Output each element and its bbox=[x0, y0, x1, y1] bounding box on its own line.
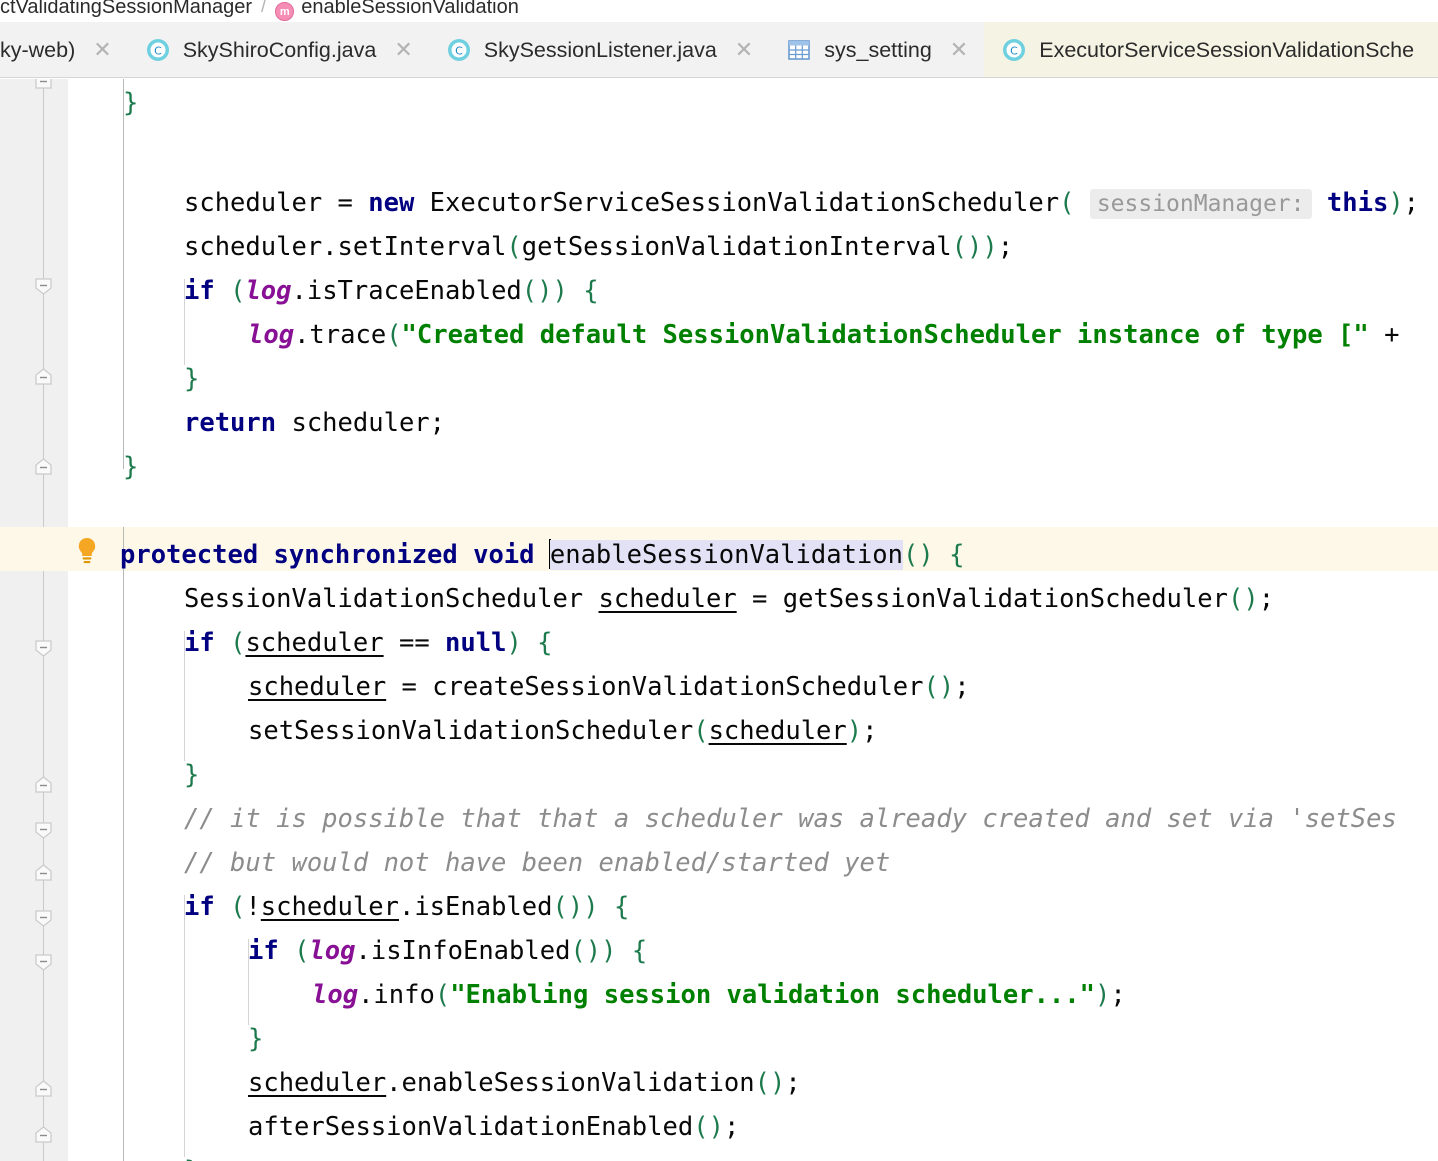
fold-marker-collapse-start[interactable] bbox=[33, 819, 54, 840]
indent-guide bbox=[123, 527, 124, 1161]
code-line: if (log.isTraceEnabled()) { bbox=[184, 276, 599, 306]
editor-tab-4-label: ExecutorServiceSessionValidationSche bbox=[1039, 37, 1415, 62]
indent-guide bbox=[123, 79, 124, 469]
code-line-method-declaration: protected synchronized void enableSessio… bbox=[120, 539, 965, 570]
fold-marker-collapse-end[interactable] bbox=[33, 775, 54, 796]
fold-marker-collapse-end[interactable] bbox=[33, 367, 54, 388]
code-line: log.info("Enabling session validation sc… bbox=[312, 980, 1126, 1010]
fold-marker-collapse-start[interactable] bbox=[33, 275, 54, 296]
editor-tab-3-label: sys_setting bbox=[824, 37, 932, 62]
database-table-icon bbox=[785, 36, 813, 64]
fold-marker-collapse-end[interactable] bbox=[33, 863, 54, 884]
code-line: afterSessionValidationEnabled(); bbox=[248, 1112, 740, 1142]
fold-rail bbox=[43, 79, 44, 1161]
close-icon[interactable]: ✕ bbox=[89, 39, 115, 61]
code-editor[interactable]: } scheduler = new ExecutorServiceSession… bbox=[0, 79, 1438, 1161]
editor-gutter[interactable] bbox=[0, 79, 68, 1161]
code-line: } bbox=[123, 452, 139, 482]
code-line: scheduler = createSessionValidationSched… bbox=[248, 672, 970, 702]
code-line: } bbox=[248, 1024, 264, 1054]
editor-tab-bar: ky-web) ✕ C SkyShiroConfig.java ✕ C SkyS… bbox=[0, 22, 1438, 78]
editor-tab-2[interactable]: C SkySessionListener.java ✕ bbox=[428, 22, 770, 77]
indent-guide bbox=[184, 895, 185, 1157]
lightbulb-icon[interactable] bbox=[72, 535, 102, 565]
code-line: scheduler = new ExecutorServiceSessionVa… bbox=[184, 188, 1420, 219]
svg-text:C: C bbox=[154, 45, 162, 58]
editor-tab-1-label: SkyShiroConfig.java bbox=[182, 37, 377, 62]
editor-tab-0[interactable]: ky-web) ✕ bbox=[0, 22, 128, 77]
fold-marker-collapse-start[interactable] bbox=[33, 907, 54, 928]
code-line-comment: // it is possible that that a scheduler … bbox=[184, 804, 1397, 834]
code-line: if (!scheduler.isEnabled()) { bbox=[184, 892, 630, 922]
close-icon[interactable]: ✕ bbox=[731, 39, 757, 61]
java-class-icon: C bbox=[1000, 36, 1028, 64]
fold-marker-collapse-end[interactable] bbox=[33, 1125, 54, 1146]
code-line: scheduler.setInterval(getSessionValidati… bbox=[184, 232, 1014, 262]
close-icon[interactable]: ✕ bbox=[390, 39, 416, 61]
code-line: if (log.isInfoEnabled()) { bbox=[248, 936, 648, 966]
editor-tab-0-label: ky-web) bbox=[0, 37, 76, 62]
code-surface[interactable]: } scheduler = new ExecutorServiceSession… bbox=[0, 79, 1438, 1161]
editor-tab-4-active[interactable]: C ExecutorServiceSessionValidationSche bbox=[984, 22, 1438, 77]
code-line: } bbox=[184, 364, 200, 394]
code-line-comment: // but would not have been enabled/start… bbox=[184, 848, 891, 878]
fold-marker-collapse-start[interactable] bbox=[33, 637, 54, 658]
code-line: } bbox=[123, 88, 139, 118]
code-line: if (scheduler == null) { bbox=[184, 628, 553, 658]
breadcrumb-class[interactable]: ctValidatingSessionManager bbox=[0, 0, 252, 19]
code-line: } bbox=[184, 760, 200, 790]
code-line: setSessionValidationScheduler(scheduler)… bbox=[248, 716, 878, 746]
svg-text:C: C bbox=[1010, 45, 1018, 58]
editor-tab-2-label: SkySessionListener.java bbox=[483, 37, 717, 62]
close-icon[interactable]: ✕ bbox=[946, 39, 972, 61]
fold-marker-collapse-start[interactable] bbox=[33, 951, 54, 972]
method-icon: m bbox=[275, 1, 295, 21]
fold-marker-collapse-end[interactable] bbox=[33, 79, 54, 92]
fold-marker-collapse-end[interactable] bbox=[33, 1079, 54, 1100]
code-line: scheduler.enableSessionValidation(); bbox=[248, 1068, 801, 1098]
code-line: log.trace("Created default SessionValida… bbox=[248, 320, 1400, 350]
code-line: return scheduler; bbox=[184, 408, 446, 438]
editor-tab-1[interactable]: C SkyShiroConfig.java ✕ bbox=[127, 22, 429, 77]
java-class-icon: C bbox=[445, 36, 473, 64]
code-line: } bbox=[184, 1149, 199, 1161]
editor-tab-3[interactable]: sys_setting ✕ bbox=[769, 22, 985, 77]
breadcrumb-separator: / bbox=[261, 0, 267, 17]
fold-marker-collapse-end[interactable] bbox=[33, 457, 54, 478]
code-line: SessionValidationScheduler scheduler = g… bbox=[184, 584, 1275, 614]
svg-text:C: C bbox=[455, 45, 463, 58]
breadcrumb: ctValidatingSessionManager / m enableSes… bbox=[0, 0, 1438, 22]
java-class-icon: C bbox=[144, 36, 172, 64]
breadcrumb-method[interactable]: enableSessionValidation bbox=[301, 0, 519, 19]
